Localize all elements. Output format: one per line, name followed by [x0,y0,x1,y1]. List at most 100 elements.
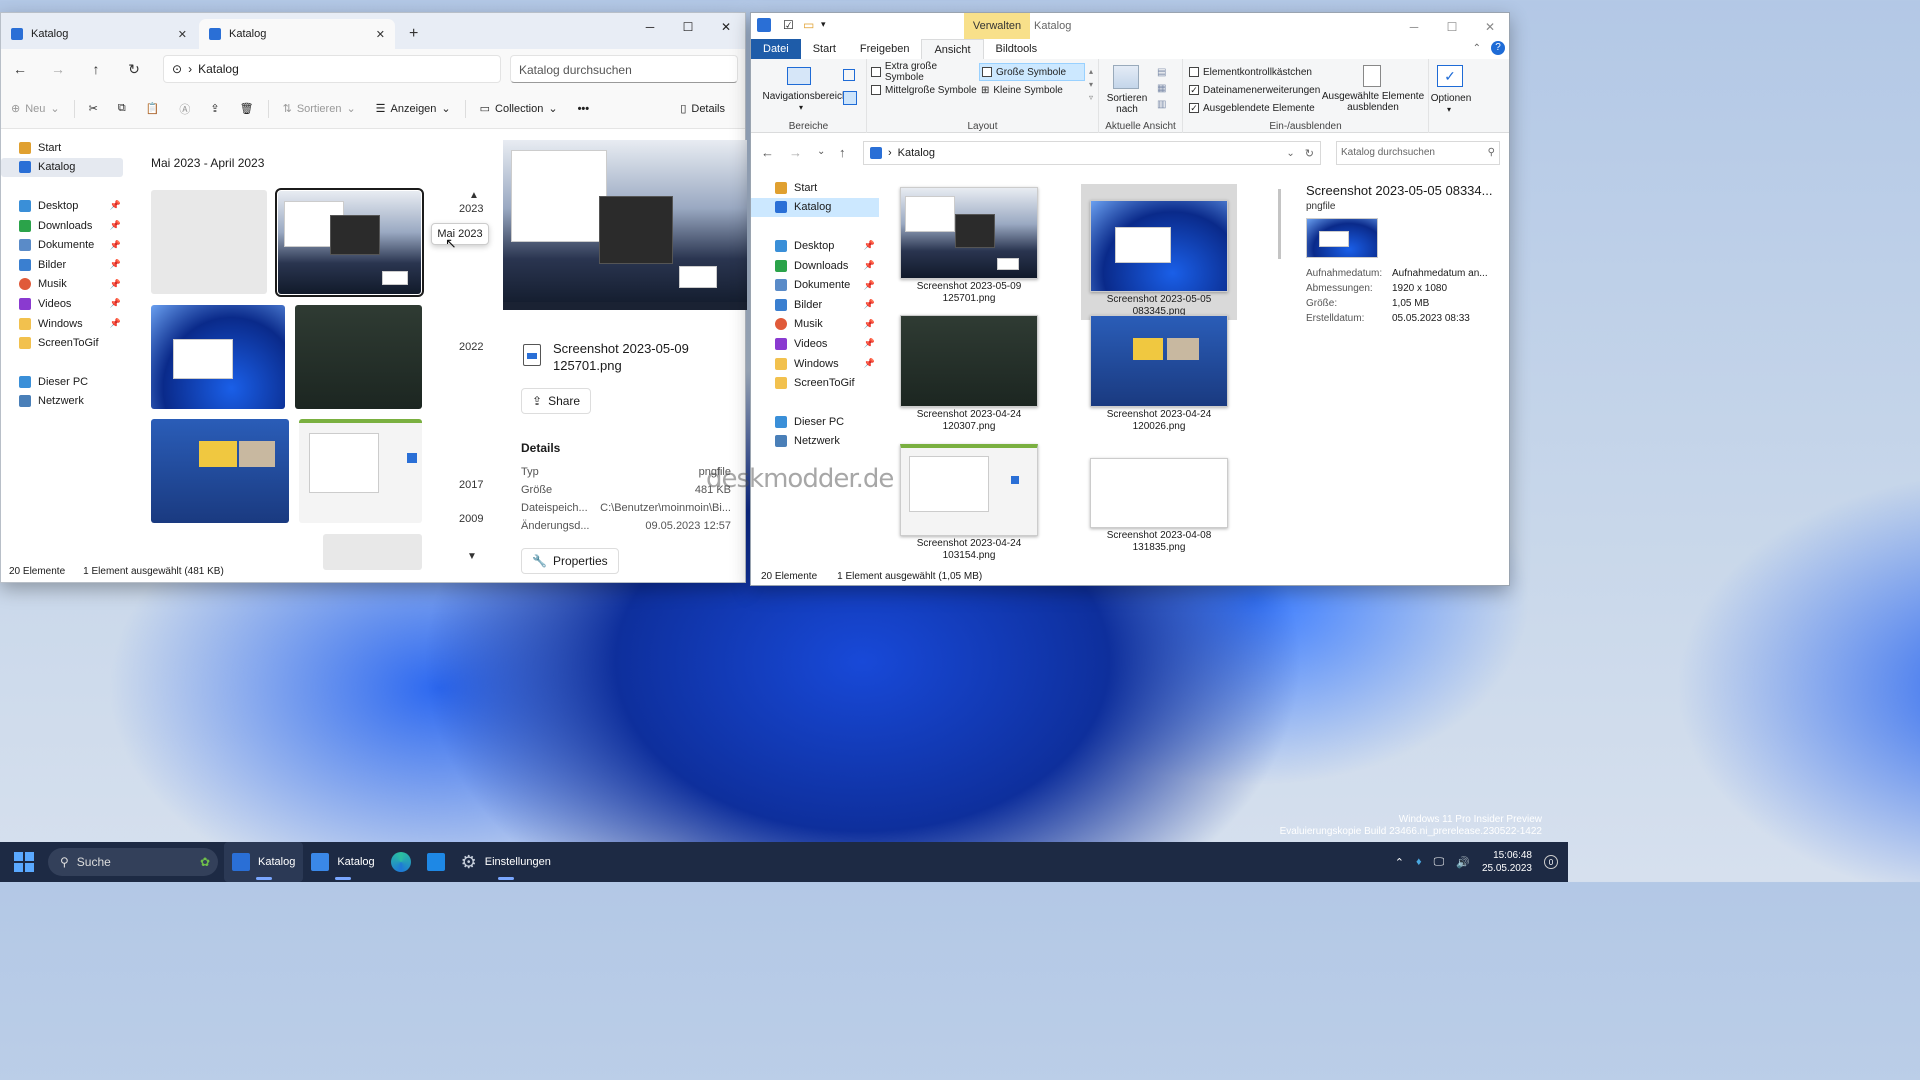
address-bar[interactable]: › Katalog ⌄ ↻ [863,141,1321,165]
gallery-thumbnail-selected[interactable] [275,188,424,297]
refresh-icon[interactable]: ↻ [115,61,153,78]
nav-item-musik[interactable]: Musik 📌 [751,315,881,335]
nav-item-dieser-pc[interactable]: Dieser PC [751,412,881,432]
delete-icon[interactable]: 🗑 [230,102,264,115]
nav-item-start[interactable]: Start [751,178,881,198]
nav-item-desktop[interactable]: Desktop 📌 [1,196,127,216]
qat-dropdown-icon[interactable]: ▾ [821,19,826,30]
search-input[interactable]: Katalog durchsuchen [510,55,738,83]
start-button[interactable] [0,842,42,882]
gallery-thumbnail[interactable] [151,190,267,294]
taskbar-app-store[interactable] [419,842,453,882]
tab-katalog-2[interactable]: Katalog ✕ [199,19,395,49]
network-icon[interactable]: 🖵 [1434,856,1445,869]
nav-item-windows[interactable]: Windows 📌 [751,354,881,374]
taskbar-app-einstellungen[interactable]: ⚙ Einstellungen [453,842,559,882]
tab-katalog-1[interactable]: Katalog ✕ [1,19,197,49]
nav-item-desktop[interactable]: Desktop 📌 [751,236,881,256]
options-button[interactable]: Optionen [1429,93,1473,104]
clock[interactable]: 15:06:48 25.05.2023 [1482,849,1532,875]
nav-item-dieser-pc[interactable]: Dieser PC [1,372,127,392]
layout-scroll-icon[interactable]: ▴ ▾ ▿ [1089,65,1093,104]
volume-icon[interactable]: 🔊 [1456,856,1470,869]
ribbon-tab-datei[interactable]: Datei [751,39,801,59]
nav-item-videos[interactable]: Videos 📌 [1,294,127,314]
timeline-year[interactable]: 2023 [459,203,483,215]
nav-item-downloads[interactable]: Downloads 📌 [751,256,881,276]
gallery-thumbnail[interactable] [295,305,422,409]
navigation-pane-icon[interactable] [787,67,811,85]
properties-qat-icon[interactable]: ☑ [783,18,794,32]
layout-extra-large[interactable]: Extra große Symbole [871,61,977,83]
chevron-down-icon[interactable]: ⌄ [1286,148,1294,159]
nav-item-musik[interactable]: Musik 📌 [1,275,127,295]
more-options-icon[interactable]: ••• [568,103,600,115]
maximize-icon[interactable]: ☐ [1433,13,1471,41]
taskbar-app-katalog-2[interactable]: Katalog [303,842,382,882]
checkbox-item-checkboxes[interactable]: Elementkontrollkästchen [1189,63,1312,81]
timeline-year[interactable]: 2022 [459,341,483,353]
sort-by-button[interactable]: Sortieren nach [1101,93,1153,115]
new-tab-button[interactable]: + [399,19,428,49]
details-pane-icon[interactable] [843,91,857,105]
close-icon[interactable]: ✕ [1471,13,1509,41]
nav-item-downloads[interactable]: Downloads 📌 [1,216,127,236]
close-tab-icon[interactable]: ✕ [178,28,187,41]
hide-selected-button[interactable]: Ausgewählte Elemente ausblenden [1321,91,1425,113]
file-item[interactable]: Screenshot 2023-04-08 131835.png [1081,441,1237,556]
copy-icon[interactable]: ⧉ [108,102,136,115]
scrollbar[interactable] [1278,189,1281,259]
preview-pane-icon[interactable] [843,69,855,81]
nav-item-bilder[interactable]: Bilder 📌 [751,295,881,315]
address-bar[interactable]: ⊙ › Katalog [163,55,501,83]
paste-icon[interactable]: 📋 [136,102,170,115]
ribbon-tab-bildtools[interactable]: Bildtools [984,39,1050,59]
close-tab-icon[interactable]: ✕ [376,28,385,41]
nav-item-videos[interactable]: Videos 📌 [751,334,881,354]
ribbon-tab-ansicht[interactable]: Ansicht [921,39,984,59]
nav-item-dokumente[interactable]: Dokumente 📌 [1,235,127,255]
rename-icon[interactable]: Ⓐ [169,101,200,117]
nav-item-katalog[interactable]: Katalog [1,157,123,178]
share-button[interactable]: ⇪ Share [521,388,592,414]
share-icon[interactable]: ⇪ [200,102,229,115]
gallery-thumbnail[interactable] [151,419,289,523]
layout-large-selected[interactable]: Große Symbole [979,63,1085,81]
security-icon[interactable]: ♦ [1416,856,1422,868]
file-item[interactable]: Screenshot 2023-04-24 120026.png [1081,312,1237,436]
nav-item-bilder[interactable]: Bilder 📌 [1,255,127,275]
notification-badge[interactable]: 0 [1544,855,1558,869]
maximize-icon[interactable]: ☐ [669,13,707,41]
collapse-ribbon-icon[interactable]: ⌃ [1473,43,1481,54]
gallery-thumbnail[interactable] [299,419,422,523]
up-arrow-icon[interactable]: ↑ [839,145,846,160]
nav-item-netzwerk[interactable]: Netzwerk [1,392,127,412]
up-arrow-icon[interactable]: ↑ [77,61,115,77]
nav-item-screentogif[interactable]: ScreenToGif [1,333,127,353]
view-button[interactable]: ☰ Anzeigen ⌄ [366,102,461,116]
cut-icon[interactable]: ✂ [79,102,108,115]
nav-item-screentogif[interactable]: ScreenToGif [751,373,881,393]
timeline-up-arrow[interactable]: ▲ [469,190,479,201]
view-options-icon[interactable]: ▤ ▦ ▥ [1157,65,1166,113]
nav-item-katalog[interactable]: Katalog [751,197,879,218]
checkbox-hidden-items[interactable]: ✓ Ausgeblendete Elemente [1189,99,1315,117]
file-item[interactable]: Screenshot 2023-05-09 125701.png [891,184,1047,308]
nav-item-netzwerk[interactable]: Netzwerk [751,432,881,452]
ribbon-tab-start[interactable]: Start [801,39,848,59]
file-item-selected[interactable]: Screenshot 2023-05-05 083345.png [1081,184,1237,320]
close-icon[interactable]: ✕ [707,13,745,41]
minimize-icon[interactable]: ─ [631,13,669,41]
sort-button[interactable]: ⇅ Sortieren ⌄ [273,102,366,116]
context-tab-manage[interactable]: Verwalten [964,13,1030,39]
layout-medium[interactable]: Mittelgroße Symbole [871,81,977,99]
nav-item-dokumente[interactable]: Dokumente 📌 [751,275,881,295]
collection-button[interactable]: ▭ Collection ⌄ [470,102,568,116]
ribbon-tab-freigeben[interactable]: Freigeben [848,39,922,59]
back-arrow-icon[interactable]: ← [761,145,774,160]
new-folder-qat-icon[interactable]: ▭ [803,18,814,32]
details-button[interactable]: ▯ Details [670,102,735,116]
taskbar-app-katalog[interactable]: Katalog [224,842,304,882]
forward-arrow-icon[interactable]: → [39,61,77,77]
recent-locations-icon[interactable]: ⌄ [817,146,825,157]
